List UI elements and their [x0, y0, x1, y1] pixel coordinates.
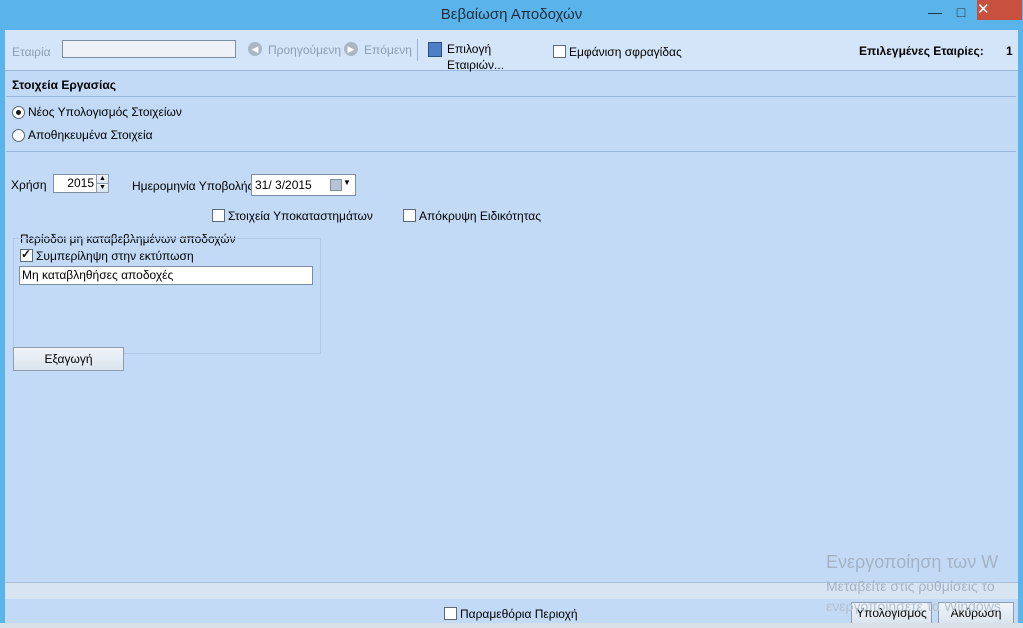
- bottom-edge: [0, 623, 1023, 628]
- select-companies-label: Επιλογή Εταιριών...: [447, 42, 505, 72]
- minimize-button[interactable]: —: [924, 2, 946, 24]
- company-label: Εταιρία: [12, 45, 51, 59]
- hide-specialty-label: Απόκρυψη Ειδικότητας: [419, 209, 541, 223]
- activation-watermark-line: ενεργοποίησετε τα Windows: [826, 598, 1001, 614]
- include-in-print-label: Συμπερίληψη στην εκτύπωση: [36, 249, 194, 263]
- new-calculation-radio[interactable]: [12, 106, 25, 119]
- saved-data-radio[interactable]: [12, 129, 25, 142]
- toolbar-divider: [417, 39, 418, 61]
- next-button[interactable]: ▶ Επόμενη: [344, 42, 412, 58]
- year-label: Χρήση: [11, 178, 47, 192]
- select-companies-button[interactable]: Επιλογή Εταιριών...: [428, 41, 548, 72]
- section-divider: [6, 96, 1016, 97]
- unpaid-description-input[interactable]: Μη καταβληθήσες αποδοχές: [19, 266, 313, 285]
- submission-date-label: Ημερομηνία Υποβολής: [132, 179, 254, 193]
- show-seal-label: Εμφάνιση σφραγίδας: [569, 45, 682, 59]
- previous-label: Προηγούμενη: [268, 43, 342, 57]
- arrow-right-icon: ▶: [344, 42, 358, 56]
- year-input[interactable]: 2015: [53, 174, 97, 193]
- branches-label: Στοιχεία Υποκαταστημάτων: [228, 209, 373, 223]
- submission-date-picker[interactable]: 31/ 3/2015 ▼: [251, 174, 356, 196]
- next-label: Επόμενη: [364, 43, 412, 57]
- calendar-icon[interactable]: [330, 179, 342, 191]
- show-seal-checkbox[interactable]: [553, 45, 566, 58]
- window-title: Βεβαίωση Αποδοχών: [440, 6, 583, 23]
- company-field[interactable]: [62, 40, 236, 58]
- selected-companies-label: Επιλεγμένες Εταιρίες:: [859, 44, 984, 58]
- year-down-button[interactable]: ▼: [96, 183, 109, 193]
- saved-data-label: Αποθηκευμένα Στοιχεία: [28, 128, 153, 142]
- arrow-left-icon: ◀: [248, 42, 262, 56]
- chevron-down-icon[interactable]: ▼: [343, 178, 351, 187]
- radio-divider: [6, 151, 1016, 152]
- previous-button[interactable]: ◀ Προηγούμενη: [248, 42, 342, 58]
- submission-date-value: 31/ 3/2015: [255, 178, 312, 192]
- new-calculation-label: Νέος Υπολογισμός Στοιχείων: [28, 105, 182, 119]
- parameter-area-checkbox[interactable]: [444, 607, 457, 620]
- selected-companies-count: 1: [1006, 44, 1013, 58]
- close-button[interactable]: ✕: [977, 0, 1022, 20]
- export-button[interactable]: Εξαγωγή: [13, 347, 124, 371]
- section-title: Στοιχεία Εργασίας: [12, 78, 116, 92]
- notebook-icon: [428, 42, 442, 57]
- activation-watermark-line: Μεταβείτε στις ρυθμίσεις το: [826, 578, 995, 594]
- maximize-button[interactable]: □: [950, 2, 972, 24]
- include-in-print-checkbox[interactable]: [20, 247, 33, 262]
- activation-watermark-title: Ενεργοποίηση των W: [826, 552, 999, 572]
- hide-specialty-checkbox[interactable]: [403, 209, 416, 222]
- parameter-area-label: Παραμεθόρια Περιοχή: [460, 607, 578, 621]
- branches-checkbox[interactable]: [212, 209, 225, 222]
